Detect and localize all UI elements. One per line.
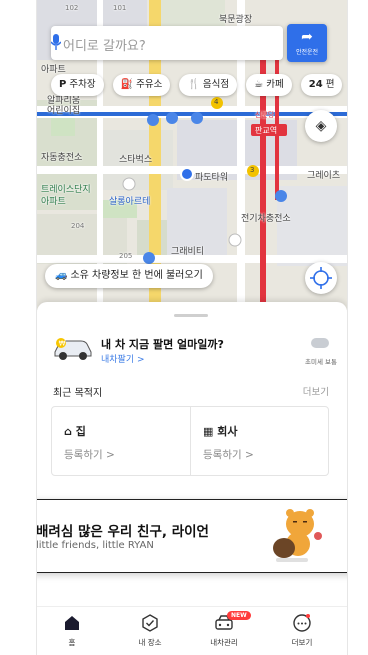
map-label-greys: 그레이츠 [307,171,341,181]
new-badge: NEW [227,611,251,620]
map-label-shinbundang: 신분당 [255,111,275,119]
promo-banner[interactable]: 배려심 많은 우리 친구, 라이언 little friends, little… [36,499,347,573]
map-view[interactable]: 102 101 북문광장 아파트 알파리움 어린이집 자동충전소 스타벅스 살롱… [37,0,347,310]
home-icon: ⌂ [64,425,72,438]
coffee-cup-icon: ☕ [254,79,264,90]
air-quality-widget[interactable]: 초미세 보통 [305,336,337,366]
chip-gas-label: 주유소 [136,79,163,90]
chip-parking-label: 주차장 [69,79,96,90]
fork-knife-icon: 🍴 [187,79,200,90]
map-label-station[interactable]: 판교역 [255,125,277,136]
map-label-salrong: 살롱아르테 [109,197,151,207]
safe-drive-label: 안전운전 [295,49,319,56]
chip-convenience[interactable]: 24 편 [300,74,343,96]
car-icon: 🚙 [55,270,68,281]
destination-office-register[interactable]: 등록하기 > [203,447,254,462]
chip-restaurant[interactable]: 🍴 음식점 [179,74,238,96]
car-illustration-icon: ₩ [54,338,92,360]
destination-office[interactable]: ▦ 회사 등록하기 > [190,407,329,475]
sell-car-title: 내 차 지금 팔면 얼마일까? [101,338,224,351]
chip-parking[interactable]: P 주차장 [51,74,104,96]
cloud-icon [311,338,329,348]
chip-cafe-label: 카페 [266,79,284,90]
gas-pump-icon: ⛽ [120,79,134,90]
recent-more-link[interactable]: 더보기 [303,384,329,398]
map-label-pado: 파도타워 [195,173,229,183]
destination-home[interactable]: ⌂ 집 등록하기 > [52,407,190,475]
map-label-101: 101 [113,4,127,12]
layers-icon: ◈ [315,118,327,134]
chip-convenience-label: 편 [325,79,335,90]
destination-home-register[interactable]: 등록하기 > [64,447,115,462]
tab-more-label: 더보기 [291,638,313,647]
tab-my-place[interactable]: 내 장소 [115,613,185,648]
bottom-tab-bar: 홈 내 장소 NEW 내차관리 더보기 [37,606,347,655]
category-chips: P 주차장 ⛽ 주유소 🍴 음식점 ☕ 카페 24 편 [51,74,346,98]
safe-drive-button[interactable]: ➦ 안전운전 [287,24,327,62]
map-layers-button[interactable]: ◈ [305,110,337,142]
current-location-button[interactable] [305,262,337,294]
map-label-charging: 자동충전소 [41,153,83,163]
sell-car-link[interactable]: 내차팔기 > [101,352,145,365]
map-label-bukmun: 북문광장 [219,15,253,25]
app-frame: 102 101 북문광장 아파트 알파리움 어린이집 자동충전소 스타벅스 살롱… [36,0,348,655]
ryan-character-image [273,509,322,562]
map-label-kinder: 알파리움 어린이집 [47,96,81,116]
vehicle-info-text: 소유 차량정보 한 번에 불러오기 [70,270,203,281]
crosshair-icon [310,267,332,289]
search-placeholder: 어디로 갈까요? [63,39,146,54]
chip-gas[interactable]: ⛽ 주유소 [112,74,171,96]
map-label-starbucks: 스타벅스 [119,155,153,165]
tab-home-label: 홈 [68,638,76,647]
search-box[interactable]: 어디로 갈까요? [51,26,283,60]
more-icon [293,614,311,632]
promo-subtitle: little friends, little RYAN [36,540,154,551]
bottom-sheet: ₩ 내 차 지금 팔면 얼마일까? 내차팔기 > 초미세 보통 최근 목적지 더… [37,302,347,655]
svg-text:₩: ₩ [59,340,66,348]
tab-my-place-label: 내 장소 [138,638,162,647]
map-label-gravity: 그래비티 [171,247,205,257]
map-label-204: 204 [71,222,85,230]
promo-title: 배려심 많은 우리 친구, 라이언 [36,524,209,540]
home-icon [65,616,79,630]
map-label-line3: 3 [250,166,255,174]
chip-restaurant-label: 음식점 [202,79,230,90]
destination-home-name: 집 [75,425,86,438]
tab-more[interactable]: 더보기 [267,613,337,648]
tab-car-manage-label: 내차관리 [210,638,238,647]
24h-store-icon: 24 [308,79,323,90]
sell-car-card[interactable]: ₩ 내 차 지금 팔면 얼마일까? 내차팔기 > 초미세 보통 [53,334,337,374]
parking-icon: P [59,79,67,90]
vehicle-info-banner[interactable]: 🚙 소유 차량정보 한 번에 불러오기 [45,264,213,288]
destination-office-name: 회사 [217,425,238,438]
tab-home[interactable]: 홈 [37,613,107,648]
map-label-apt3: 아파트 [41,197,66,207]
office-icon: ▦ [203,425,214,438]
map-label-ev: 전기차충전소 [241,214,291,224]
air-quality-text: 초미세 보통 [305,358,337,366]
my-place-icon [142,614,158,632]
sheet-handle[interactable] [174,314,208,317]
turn-right-arrow-icon: ➦ [301,29,313,45]
map-label-205: 205 [119,252,133,260]
favorite-destinations: ⌂ 집 등록하기 > ▦ 회사 등록하기 > [51,406,329,476]
map-label-line4: 4 [214,98,219,106]
tab-car-manage[interactable]: NEW 내차관리 [189,611,259,648]
map-label-102: 102 [65,4,79,12]
recent-destinations-title: 최근 목적지 [53,388,103,399]
chip-cafe[interactable]: ☕ 카페 [246,74,292,96]
microphone-icon[interactable] [51,34,61,50]
